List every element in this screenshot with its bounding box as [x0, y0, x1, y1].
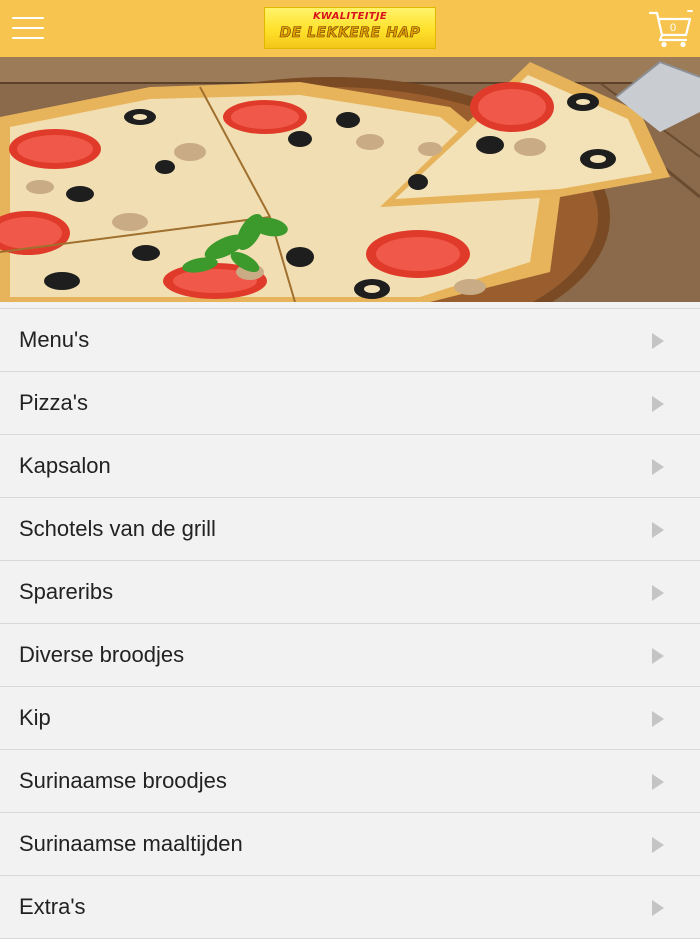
chevron-right-icon	[652, 396, 664, 412]
menu-item-kip[interactable]: Kip	[0, 687, 700, 750]
menu-item-label: Surinaamse broodjes	[19, 768, 227, 793]
menu-item-spareribs[interactable]: Spareribs	[0, 561, 700, 624]
chevron-right-icon	[652, 711, 664, 727]
menu-item-label: Spareribs	[19, 579, 114, 604]
menu-item-extras[interactable]: Extra's	[0, 876, 700, 939]
chevron-right-icon	[652, 333, 664, 349]
chevron-right-icon	[652, 837, 664, 853]
menu-item-menus[interactable]: Menu's	[0, 308, 700, 372]
cart-count: 0	[670, 22, 676, 34]
app-header: KWALITEITJE DE LEKKERE HAP 0	[0, 0, 700, 57]
menu-item-label: Menu's	[19, 327, 90, 352]
menu-item-label: Schotels van de grill	[19, 516, 216, 541]
menu-item-surinaamse-maaltijden[interactable]: Surinaamse maaltijden	[0, 813, 700, 876]
menu-item-kapsalon[interactable]: Kapsalon	[0, 435, 700, 498]
category-menu-list: Menu's Pizza's Kapsalon Schotels van de …	[0, 308, 700, 939]
menu-item-label: Diverse broodjes	[19, 642, 185, 667]
menu-item-label: Pizza's	[19, 390, 88, 415]
logo-title: DE LEKKERE HAP	[279, 25, 421, 42]
logo-tagline: KWALITEITJE	[312, 11, 388, 22]
menu-item-surinaamse-broodjes[interactable]: Surinaamse broodjes	[0, 750, 700, 813]
chevron-right-icon	[652, 522, 664, 538]
chevron-right-icon	[652, 585, 664, 601]
chevron-right-icon	[652, 774, 664, 790]
chevron-right-icon	[652, 459, 664, 475]
menu-item-label: Kip	[19, 705, 51, 730]
menu-item-label: Surinaamse maaltijden	[19, 831, 243, 856]
shopping-cart-icon[interactable]: 0	[648, 9, 694, 49]
menu-item-label: Kapsalon	[19, 453, 111, 478]
menu-item-diverse-broodjes[interactable]: Diverse broodjes	[0, 624, 700, 687]
pizza-hero-image	[0, 57, 700, 302]
hamburger-menu-icon[interactable]	[12, 15, 46, 41]
menu-item-pizzas[interactable]: Pizza's	[0, 372, 700, 435]
pizza-illustration	[0, 57, 700, 302]
menu-item-label: Extra's	[19, 894, 86, 919]
chevron-right-icon	[652, 900, 664, 916]
brand-logo[interactable]: KWALITEITJE DE LEKKERE HAP	[264, 7, 436, 49]
menu-item-schotels-van-de-grill[interactable]: Schotels van de grill	[0, 498, 700, 561]
chevron-right-icon	[652, 648, 664, 664]
